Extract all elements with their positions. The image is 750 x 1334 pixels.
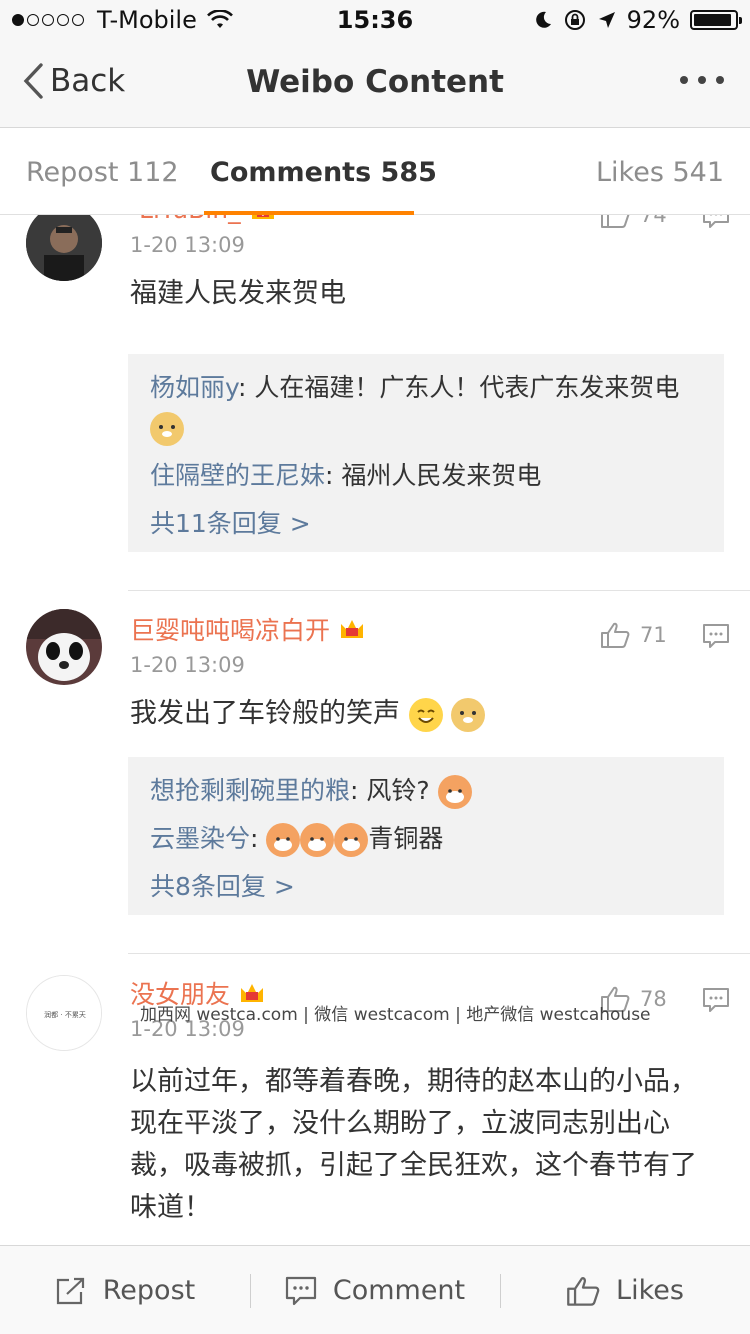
tab-comments[interactable]: Comments 585 xyxy=(210,157,437,188)
dog-emoji-icon xyxy=(451,697,486,732)
battery-percent: 92% xyxy=(626,6,680,34)
divider xyxy=(128,953,750,954)
comment-label: Comment xyxy=(332,1275,466,1306)
more-replies-link[interactable]: 共11条回复 > xyxy=(150,504,702,544)
comment-item: 润都 · 不累天 没女朋友 1-20 13:09 78 以前过年，都等着春晚，期… xyxy=(0,955,750,1245)
back-label: Back xyxy=(50,63,126,99)
avatar[interactable] xyxy=(26,609,102,685)
wifi-icon xyxy=(206,10,233,28)
bottom-toolbar: Repost Comment Likes xyxy=(0,1245,750,1334)
like-button[interactable]: 74 xyxy=(600,215,667,229)
vip-crown-icon: v xyxy=(251,215,274,219)
comment-timestamp: 1-20 13:09 xyxy=(130,233,245,257)
reply-item: 住隔壁的王尼妹: 福州人民发来贺电 xyxy=(150,461,542,490)
tab-likes[interactable]: Likes 541 xyxy=(596,157,724,188)
thumbs-up-icon xyxy=(567,1276,600,1306)
navigation-bar: Back Weibo Content xyxy=(0,40,750,128)
reply-comment-icon[interactable] xyxy=(702,987,730,1013)
likes-button[interactable]: Likes xyxy=(500,1246,750,1334)
battery-icon xyxy=(690,10,742,30)
reply-preview-box[interactable]: 杨如丽y: 人在福建！广东人！代表广东发来贺电 住隔壁的王尼妹: 福州人民发来贺… xyxy=(128,354,724,552)
reply-item: 杨如丽y: 人在福建！广东人！代表广东发来贺电 xyxy=(150,368,702,448)
svg-text:润都 · 不累天: 润都 · 不累天 xyxy=(44,1010,86,1019)
comment-text: 福建人民发来贺电 xyxy=(130,278,346,309)
repost-label: Repost xyxy=(102,1275,196,1306)
status-right: 92% xyxy=(523,6,742,34)
comment-icon xyxy=(285,1276,316,1305)
laugh-emoji-icon xyxy=(408,697,443,732)
comment-text: 以前过年，都等着春晚，期待的赵本山的小品，现在平淡了，没什么期盼了，立波同志别出… xyxy=(130,1066,697,1223)
more-replies-link[interactable]: 共8条回复 > xyxy=(150,867,702,907)
content-tabs: Repost 112 Comments 585 Likes 541 xyxy=(0,129,750,215)
cat-emoji-icon xyxy=(437,775,472,809)
thumbs-up-icon xyxy=(601,215,630,228)
svg-text:v: v xyxy=(261,215,265,218)
reply-comment-icon[interactable] xyxy=(702,623,730,649)
likes-label: Likes xyxy=(616,1275,684,1306)
location-arrow-icon xyxy=(598,12,615,28)
comment-username[interactable]: 巨婴吨吨喝凉白开 xyxy=(130,611,366,647)
reply-username[interactable]: 想抢剩剩碗里的粮 xyxy=(150,776,350,805)
like-count: 71 xyxy=(640,623,667,647)
reply-text: 风铃? xyxy=(366,776,430,805)
comment-button[interactable]: Comment xyxy=(250,1246,500,1334)
avatar[interactable]: 润都 · 不累天 xyxy=(26,975,102,1051)
tab-repost[interactable]: Repost 112 xyxy=(26,157,179,188)
moon-icon xyxy=(535,11,551,28)
comment-item: 巨婴吨吨喝凉白开 1-20 13:09 71 我发出了车铃般的笑声 想抢剩剩碗里… xyxy=(0,591,750,954)
reply-comment-icon[interactable] xyxy=(702,215,730,229)
avatar[interactable] xyxy=(26,215,102,281)
more-options-button[interactable] xyxy=(670,76,724,84)
signal-strength-icon xyxy=(12,14,87,26)
comment-timestamp: 1-20 13:09 xyxy=(130,653,245,677)
reply-username[interactable]: 杨如丽y xyxy=(150,373,238,402)
reply-item: 想抢剩剩碗里的粮: 风铃? xyxy=(150,771,702,811)
like-button[interactable]: 71 xyxy=(600,621,667,649)
status-bar: T-Mobile 15:36 92% xyxy=(0,0,750,40)
cat-emoji-icon xyxy=(266,823,301,857)
carrier-label: T-Mobile xyxy=(97,6,197,34)
comment-username[interactable]: -LiYuBin_ v xyxy=(130,215,277,224)
reply-text: 福州人民发来贺电 xyxy=(341,461,542,490)
like-count: 74 xyxy=(640,215,667,227)
repost-icon xyxy=(56,1277,84,1304)
comment-list[interactable]: -LiYuBin_ v 1-20 13:09 74 福建人民发来贺电 杨如丽y:… xyxy=(0,215,750,1245)
comment-item: -LiYuBin_ v 1-20 13:09 74 福建人民发来贺电 杨如丽y:… xyxy=(0,215,750,591)
comment-text: 我发出了车铃般的笑声 xyxy=(130,693,720,735)
watermark-text: 加西网 westca.com | 微信 westcacom | 地产微信 wes… xyxy=(140,1005,651,1025)
cat-emoji-icon xyxy=(334,823,369,857)
reply-username[interactable]: 住隔壁的王尼妹 xyxy=(150,461,325,490)
chevron-left-icon xyxy=(23,63,43,99)
dog-emoji-icon xyxy=(150,412,184,446)
vip-crown-icon xyxy=(341,620,364,638)
back-button[interactable]: Back xyxy=(22,62,125,100)
status-left: T-Mobile xyxy=(12,6,233,34)
reply-text: 人在福建！广东人！代表广东发来贺电 xyxy=(254,373,680,402)
rotation-lock-icon xyxy=(564,10,585,30)
reply-preview-box[interactable]: 想抢剩剩碗里的粮: 风铃? 云墨染兮: 青铜器 共8条回复 > xyxy=(128,757,724,915)
reply-username[interactable]: 云墨染兮 xyxy=(150,824,250,853)
battery-fill xyxy=(694,14,731,26)
reply-text: 青铜器 xyxy=(368,824,444,853)
repost-button[interactable]: Repost xyxy=(0,1246,250,1334)
thumbs-up-icon xyxy=(601,622,630,648)
reply-item: 云墨染兮: 青铜器 xyxy=(150,819,702,859)
cat-emoji-icon xyxy=(300,823,335,857)
